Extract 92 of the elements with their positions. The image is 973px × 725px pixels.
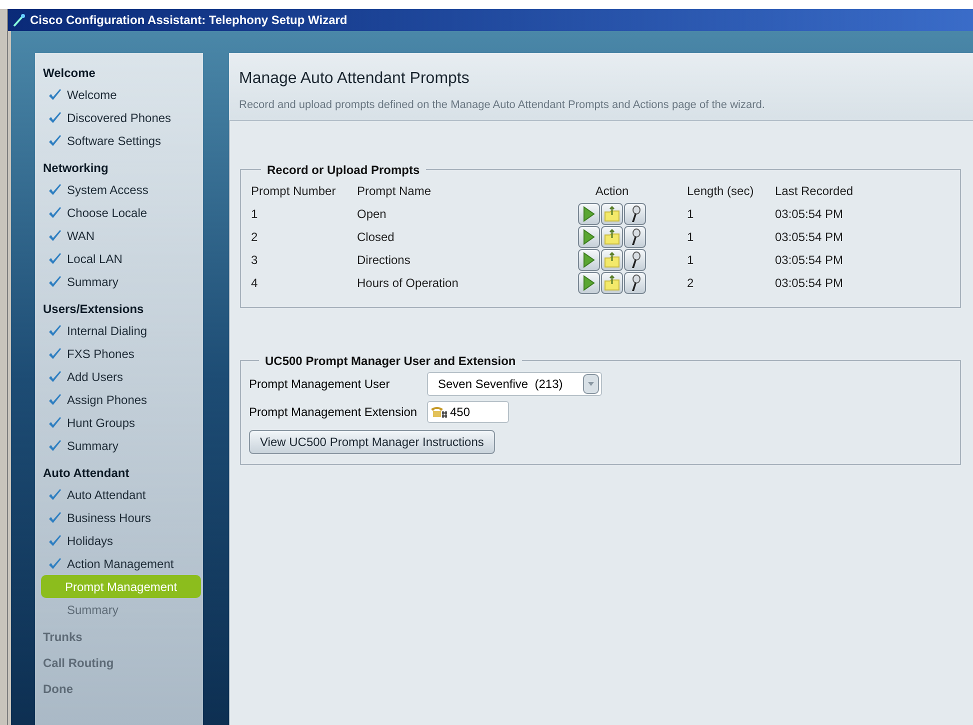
- check-icon: [48, 184, 62, 196]
- sidebar-item[interactable]: Hunt Groups: [43, 411, 201, 434]
- user-dropdown[interactable]: Seven Sevenfive (213): [427, 372, 602, 396]
- check-icon: [48, 558, 62, 570]
- play-button[interactable]: [578, 249, 600, 271]
- check-icon: [48, 348, 62, 360]
- check-icon: [48, 134, 62, 146]
- sidebar-item[interactable]: Discovered Phones: [43, 106, 201, 129]
- wand-icon: [12, 13, 26, 27]
- column-header: Prompt Name: [357, 182, 432, 200]
- page-title: Manage Auto Attendant Prompts: [239, 69, 470, 89]
- check-icon: [48, 88, 62, 100]
- sidebar-item[interactable]: Auto Attendant: [43, 483, 201, 506]
- sidebar-item[interactable]: Holidays: [43, 529, 201, 552]
- table-cell-text: 1: [687, 206, 695, 223]
- play-icon: [583, 275, 595, 291]
- table-cell-text: 2: [687, 275, 695, 292]
- sidebar-item[interactable]: System Access: [43, 178, 201, 201]
- table-cell-text: 03:05:54 PM: [775, 252, 844, 269]
- check-icon: [48, 370, 62, 382]
- table-cell-text: 03:05:54 PM: [775, 275, 844, 292]
- section-heading: Auto Attendant: [43, 465, 130, 482]
- section-heading: Welcome: [43, 65, 96, 82]
- sidebar-item[interactable]: Welcome: [43, 83, 201, 106]
- sidebar-item[interactable]: Internal Dialing: [43, 319, 201, 342]
- section-heading: Done: [43, 681, 74, 698]
- sidebar-item[interactable]: Local LAN: [43, 247, 201, 270]
- extension-field[interactable]: 450: [427, 400, 509, 422]
- sidebar-item[interactable]: FXS Phones: [43, 342, 201, 365]
- table-cell-text: Hours of Operation: [357, 275, 460, 292]
- check-icon: [48, 252, 62, 264]
- play-button[interactable]: [578, 203, 600, 225]
- check-icon: [48, 230, 62, 242]
- check-icon: [48, 512, 62, 524]
- table-cell-text: 3: [251, 252, 259, 269]
- play-button[interactable]: [578, 272, 600, 294]
- section-heading: Call Routing: [43, 655, 115, 672]
- check-icon: [48, 534, 62, 546]
- field-label: Prompt Management User: [249, 376, 391, 392]
- instructions-button[interactable]: View UC500 Prompt Manager Instructions: [249, 430, 495, 454]
- folder-icon: [604, 275, 620, 291]
- table-cell-text: Closed: [357, 229, 396, 246]
- folder-icon: [604, 206, 620, 222]
- table-cell-text: 4: [251, 275, 259, 292]
- table-cell-text: 1: [687, 252, 695, 269]
- column-header: Prompt Number: [251, 182, 337, 200]
- check-icon: [48, 276, 62, 288]
- sidebar-item[interactable]: Action Management: [43, 552, 201, 575]
- table-cell-text: Open: [357, 206, 388, 223]
- upload-folder-button[interactable]: [601, 203, 623, 225]
- sidebar-item[interactable]: Add Users: [43, 365, 201, 388]
- table-cell-text: 1: [687, 229, 695, 246]
- section-heading: Trunks: [43, 629, 84, 646]
- check-icon: [48, 416, 62, 428]
- check-icon: [48, 112, 62, 124]
- play-button[interactable]: [578, 226, 600, 248]
- upload-folder-button[interactable]: [601, 249, 623, 271]
- check-icon: [48, 324, 62, 336]
- sidebar-item[interactable]: Assign Phones: [43, 388, 201, 411]
- sidebar-item[interactable]: WAN: [43, 224, 201, 247]
- group-title: Record or Upload Prompts: [266, 162, 421, 178]
- table-cell-text: 1: [251, 206, 259, 223]
- check-icon: [48, 440, 62, 452]
- table-cell-text: 2: [251, 229, 259, 246]
- phone-icon: [430, 404, 448, 418]
- sidebar-item[interactable]: Summary: [43, 270, 201, 293]
- check-icon: [48, 488, 62, 500]
- table-cell-text: 03:05:54 PM: [775, 206, 844, 223]
- play-icon: [583, 206, 595, 222]
- play-icon: [583, 229, 595, 245]
- column-header: Action: [594, 182, 630, 200]
- sidebar-item[interactable]: Summary: [43, 434, 201, 457]
- group-title: UC500 Prompt Manager User and Extension: [264, 352, 517, 370]
- section-heading: Users/Extensions: [43, 301, 145, 318]
- section-heading: Networking: [43, 160, 110, 177]
- column-header: Length (sec): [687, 182, 755, 200]
- sidebar-item[interactable]: Choose Locale: [43, 201, 201, 224]
- play-icon: [583, 252, 595, 268]
- column-header: Last Recorded: [775, 182, 854, 200]
- upload-folder-button[interactable]: [601, 226, 623, 248]
- sidebar-item[interactable]: Business Hours: [43, 506, 201, 529]
- folder-icon: [604, 252, 620, 268]
- field-label: Prompt Management Extension: [249, 404, 418, 420]
- check-icon: [48, 394, 62, 406]
- sidebar-item[interactable]: Software Settings: [43, 129, 201, 152]
- folder-icon: [604, 229, 620, 245]
- table-cell-text: Directions: [357, 252, 412, 269]
- upload-folder-button[interactable]: [601, 272, 623, 294]
- check-icon: [48, 206, 62, 218]
- page-subtitle: Record and upload prompts defined on the Manage Auto Attendant Prompts and Actions page of the wizard.: [239, 98, 766, 113]
- window-title: Cisco Configuration Assistant: Telephony Setup Wizard: [30, 12, 348, 29]
- table-cell-text: 03:05:54 PM: [775, 229, 844, 246]
